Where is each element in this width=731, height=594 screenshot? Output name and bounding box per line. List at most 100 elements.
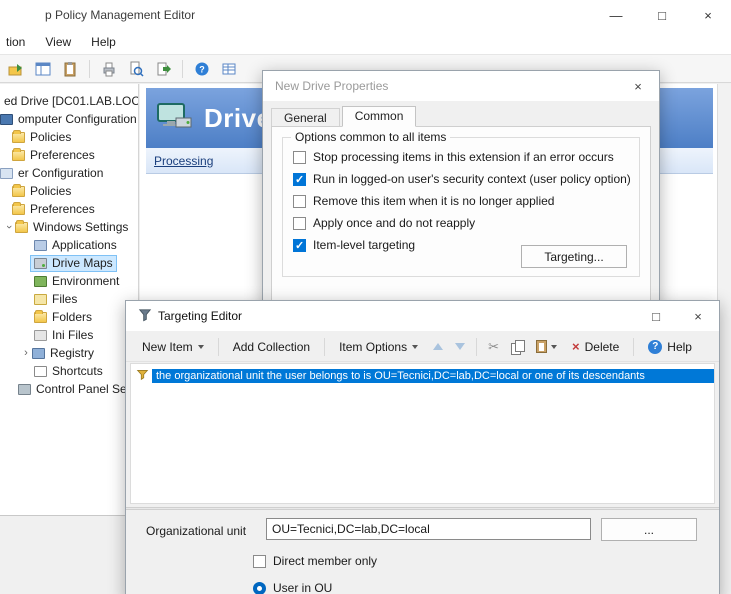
menu-view[interactable]: View <box>35 32 81 52</box>
navigate-icon[interactable] <box>4 57 28 80</box>
drive-header-icon <box>156 102 194 135</box>
delete-x-icon: × <box>572 339 580 354</box>
targeting-controls: □ × <box>635 301 719 331</box>
checkbox-checked-icon[interactable] <box>293 239 306 252</box>
tree-item-windows-settings[interactable]: › Windows Settings <box>0 218 138 236</box>
ou-item-icon <box>136 368 149 384</box>
cut-button[interactable]: ✂ <box>483 335 504 359</box>
scissors-icon: ✂ <box>488 339 499 355</box>
option-label: Stop processing items in this extension … <box>313 150 614 164</box>
targeting-item-row[interactable]: the organizational unit the user belongs… <box>131 367 714 385</box>
tree-item-files[interactable]: Files <box>0 290 138 308</box>
properties-dialog-title: New Drive Properties <box>275 79 388 93</box>
user-icon <box>0 168 13 179</box>
menu-help[interactable]: Help <box>81 32 126 52</box>
item-options-label: Item Options <box>339 340 407 354</box>
option-label: Run in logged-on user's security context… <box>313 172 631 186</box>
tree-item-drive-maps[interactable]: Drive Maps <box>0 254 138 272</box>
add-collection-button[interactable]: Add Collection <box>225 336 318 358</box>
files-icon <box>34 294 47 305</box>
option-remove-when-not-applied[interactable]: Remove this item when it is no longer ap… <box>293 190 639 212</box>
toolbar-separator <box>324 338 325 356</box>
list-view-icon[interactable] <box>217 57 241 80</box>
user-in-ou-option[interactable]: User in OU <box>253 581 332 594</box>
delete-button[interactable]: × Delete <box>564 335 627 358</box>
arrow-down-icon <box>455 343 465 350</box>
tab-general[interactable]: General <box>271 108 340 127</box>
option-run-in-user-context[interactable]: Run in logged-on user's security context… <box>293 168 639 190</box>
tree-item-user-configuration[interactable]: er Configuration <box>0 164 138 182</box>
option-apply-once[interactable]: Apply once and do not reapply <box>293 212 639 234</box>
option-stop-processing[interactable]: Stop processing items in this extension … <box>293 146 639 168</box>
processing-link[interactable]: Processing <box>154 154 213 168</box>
move-up-button[interactable] <box>428 339 448 354</box>
find-icon[interactable] <box>124 57 148 80</box>
tree-item-folders[interactable]: Folders <box>0 308 138 326</box>
tree-item-environment[interactable]: Environment <box>0 272 138 290</box>
arrow-up-icon <box>433 343 443 350</box>
new-item-label: New Item <box>142 340 193 354</box>
tab-common[interactable]: Common <box>342 106 417 127</box>
export-icon[interactable] <box>151 57 175 80</box>
drive-maps-icon <box>34 258 47 269</box>
radio-selected-icon[interactable] <box>253 582 266 594</box>
checkbox-icon[interactable] <box>253 555 266 568</box>
targeting-detail-panel: Organizational unit OU=Tecnici,DC=lab,DC… <box>126 510 719 594</box>
tree-item-preferences[interactable]: Preferences <box>0 146 138 164</box>
svg-text:?: ? <box>199 64 205 74</box>
tree-item-ini-files[interactable]: Ini Files <box>0 326 138 344</box>
move-down-button[interactable] <box>450 339 470 354</box>
paste-button[interactable] <box>531 336 562 357</box>
environment-icon <box>34 276 47 287</box>
tree-item-shortcuts[interactable]: Shortcuts <box>0 362 138 380</box>
print-icon[interactable] <box>97 57 121 80</box>
tree-item-preferences-user[interactable]: Preferences <box>0 200 138 218</box>
tree-item-label: omputer Configuration <box>17 112 137 126</box>
close-button[interactable]: × <box>685 0 731 30</box>
clipboard-icon[interactable] <box>58 57 82 80</box>
checkbox-checked-icon[interactable] <box>293 173 306 186</box>
tree-item-computer-configuration[interactable]: omputer Configuration <box>0 110 138 128</box>
browse-button[interactable]: ... <box>601 518 697 541</box>
toolbar-separator <box>476 338 477 356</box>
direct-member-only-option[interactable]: Direct member only <box>253 554 377 568</box>
item-options-button[interactable]: Item Options <box>331 336 426 358</box>
expander-icon[interactable]: › <box>3 221 15 233</box>
tree-item-registry[interactable]: › Registry <box>0 344 138 362</box>
tree-item-label: Drive Maps <box>51 256 113 270</box>
close-icon[interactable]: × <box>677 301 719 331</box>
tree-item-label: Policies <box>29 184 71 198</box>
menu-action[interactable]: tion <box>0 32 35 52</box>
tree-item-control-panel-settings[interactable]: Control Panel Sett <box>0 380 138 398</box>
maximize-button[interactable]: □ <box>639 0 685 30</box>
expander-icon[interactable]: › <box>20 347 32 359</box>
copy-button[interactable] <box>506 336 529 358</box>
targeting-button[interactable]: Targeting... <box>521 245 627 268</box>
tree-item-applications[interactable]: Applications <box>0 236 138 254</box>
help-icon[interactable]: ? <box>190 57 214 80</box>
tree-item-label: Environment <box>51 274 119 288</box>
chevron-down-icon <box>198 345 204 349</box>
checkbox-icon[interactable] <box>293 195 306 208</box>
tree-item-label: Registry <box>49 346 94 360</box>
organizational-unit-input[interactable]: OU=Tecnici,DC=lab,DC=local <box>266 518 591 540</box>
targeting-dialog-title: Targeting Editor <box>158 309 242 323</box>
close-icon[interactable]: × <box>617 71 659 101</box>
tree-item-policies-user[interactable]: Policies <box>0 182 138 200</box>
add-collection-label: Add Collection <box>233 340 310 354</box>
new-item-button[interactable]: New Item <box>134 336 212 358</box>
help-icon: ? <box>648 340 662 354</box>
checkbox-icon[interactable] <box>293 151 306 164</box>
maximize-icon[interactable]: □ <box>635 301 677 331</box>
folder-icon <box>34 312 47 323</box>
chevron-down-icon <box>412 345 418 349</box>
minimize-button[interactable]: — <box>593 0 639 30</box>
help-button[interactable]: ? Help <box>640 336 700 358</box>
copy-icon <box>511 340 524 354</box>
tree-item-mapped-drive[interactable]: ed Drive [DC01.LAB.LOCA <box>0 92 138 110</box>
console-tree-icon[interactable] <box>31 57 55 80</box>
tree-item-label: Policies <box>29 130 71 144</box>
tree-item-policies[interactable]: Policies <box>0 128 138 146</box>
targeting-titlebar: Targeting Editor □ × <box>126 301 719 331</box>
checkbox-icon[interactable] <box>293 217 306 230</box>
